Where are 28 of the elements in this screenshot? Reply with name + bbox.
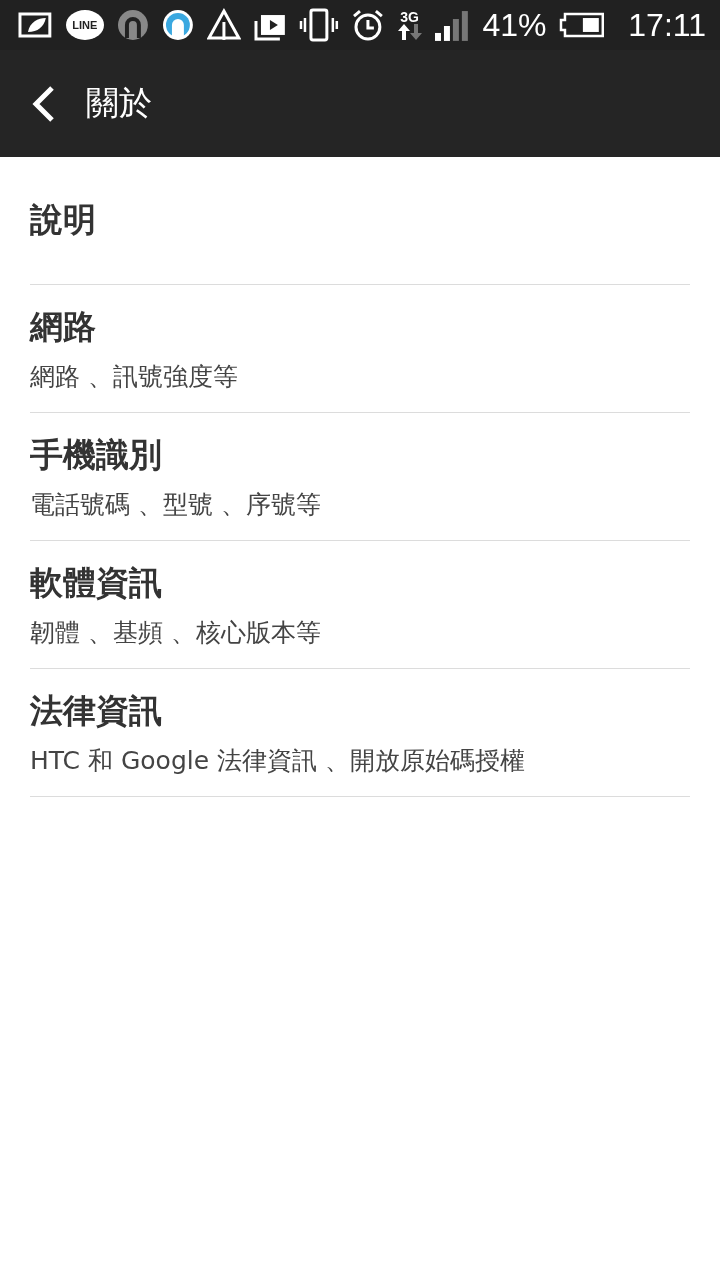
signal-icon xyxy=(434,9,471,41)
alarm-icon xyxy=(350,8,385,42)
item-subtitle: 網路 、訊號強度等 xyxy=(30,360,239,393)
circle-icon xyxy=(161,8,196,42)
vibrate-icon xyxy=(299,8,339,42)
settings-item[interactable]: 手機識別 電話號碼 、型號 、序號等 xyxy=(30,413,690,541)
item-title: 法律資訊 xyxy=(30,689,163,732)
item-title: 網路 xyxy=(30,305,97,348)
warning-icon xyxy=(207,8,242,42)
circle-icon xyxy=(115,8,150,42)
network-type: 3G xyxy=(400,10,419,24)
item-title: 軟體資訊 xyxy=(30,561,163,604)
settings-item[interactable]: 軟體資訊 韌體 、基頻 、核心版本等 xyxy=(30,541,690,669)
page-title: 關於 xyxy=(86,82,152,124)
back-button[interactable] xyxy=(30,83,56,124)
item-subtitle: 電話號碼 、型號 、序號等 xyxy=(30,488,322,521)
settings-item[interactable]: 網路 網路 、訊號強度等 xyxy=(30,285,690,413)
battery-icon xyxy=(558,12,605,38)
clock-time: 17:11 xyxy=(628,6,706,44)
item-title: 手機識別 xyxy=(30,433,163,476)
settings-item[interactable]: 說明 xyxy=(30,157,690,285)
battery-percent: 41% xyxy=(482,6,547,44)
settings-item[interactable]: 法律資訊 HTC 和 Google 法律資訊 、開放原始碼授權 xyxy=(30,669,690,797)
data-arrows-icon xyxy=(396,24,423,40)
item-title: 說明 xyxy=(30,199,97,241)
item-subtitle: HTC 和 Google 法律資訊 、開放原始碼授權 xyxy=(30,744,526,777)
item-subtitle: 韌體 、基頻 、核心版本等 xyxy=(30,616,322,649)
chat-app-icon: LINE xyxy=(65,10,104,40)
